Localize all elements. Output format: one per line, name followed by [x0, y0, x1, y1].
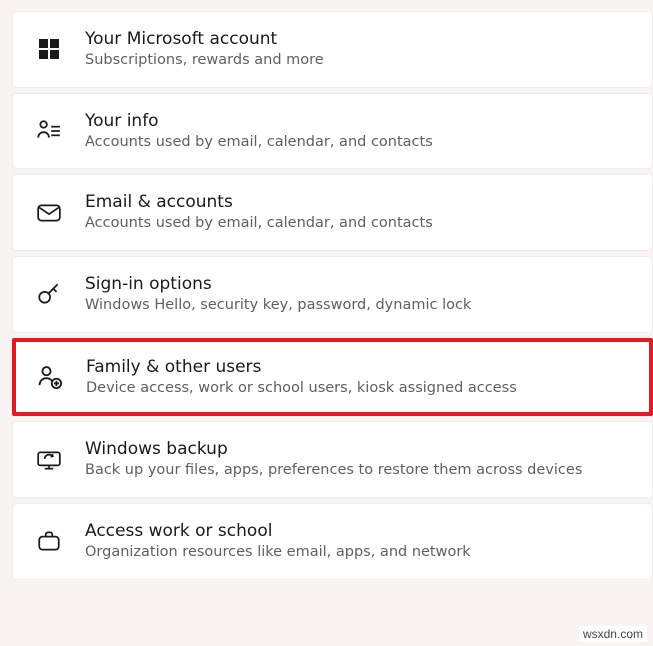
item-text: Your info Accounts used by email, calend…: [85, 110, 433, 153]
item-title: Windows backup: [85, 438, 582, 460]
family-icon: [36, 363, 64, 391]
item-subtitle: Back up your files, apps, preferences to…: [85, 461, 582, 481]
item-microsoft-account[interactable]: Your Microsoft account Subscriptions, re…: [12, 11, 653, 88]
item-windows-backup[interactable]: Windows backup Back up your files, apps,…: [12, 421, 653, 498]
user-info-icon: [35, 117, 63, 145]
item-title: Access work or school: [85, 520, 471, 542]
item-text: Windows backup Back up your files, apps,…: [85, 438, 582, 481]
item-title: Sign-in options: [85, 273, 471, 295]
item-subtitle: Accounts used by email, calendar, and co…: [85, 214, 433, 234]
item-subtitle: Windows Hello, security key, password, d…: [85, 296, 471, 316]
settings-list: Your Microsoft account Subscriptions, re…: [0, 0, 653, 580]
item-title: Family & other users: [86, 356, 517, 378]
item-subtitle: Device access, work or school users, kio…: [86, 379, 517, 399]
item-title: Email & accounts: [85, 191, 433, 213]
watermark: wsxdn.com: [579, 626, 647, 642]
item-subtitle: Subscriptions, rewards and more: [85, 51, 324, 71]
microsoft-icon: [35, 35, 63, 63]
item-text: Email & accounts Accounts used by email,…: [85, 191, 433, 234]
item-title: Your info: [85, 110, 433, 132]
item-access-work-school[interactable]: Access work or school Organization resou…: [12, 503, 653, 580]
item-signin-options[interactable]: Sign-in options Windows Hello, security …: [12, 256, 653, 333]
item-subtitle: Organization resources like email, apps,…: [85, 543, 471, 563]
item-your-info[interactable]: Your info Accounts used by email, calend…: [12, 93, 653, 170]
mail-icon: [35, 199, 63, 227]
briefcase-icon: [35, 527, 63, 555]
item-text: Your Microsoft account Subscriptions, re…: [85, 28, 324, 71]
item-text: Access work or school Organization resou…: [85, 520, 471, 563]
item-text: Family & other users Device access, work…: [86, 356, 517, 399]
backup-icon: [35, 446, 63, 474]
item-subtitle: Accounts used by email, calendar, and co…: [85, 133, 433, 153]
item-email-accounts[interactable]: Email & accounts Accounts used by email,…: [12, 174, 653, 251]
item-title: Your Microsoft account: [85, 28, 324, 50]
key-icon: [35, 280, 63, 308]
item-family-other-users[interactable]: Family & other users Device access, work…: [12, 338, 653, 417]
item-text: Sign-in options Windows Hello, security …: [85, 273, 471, 316]
